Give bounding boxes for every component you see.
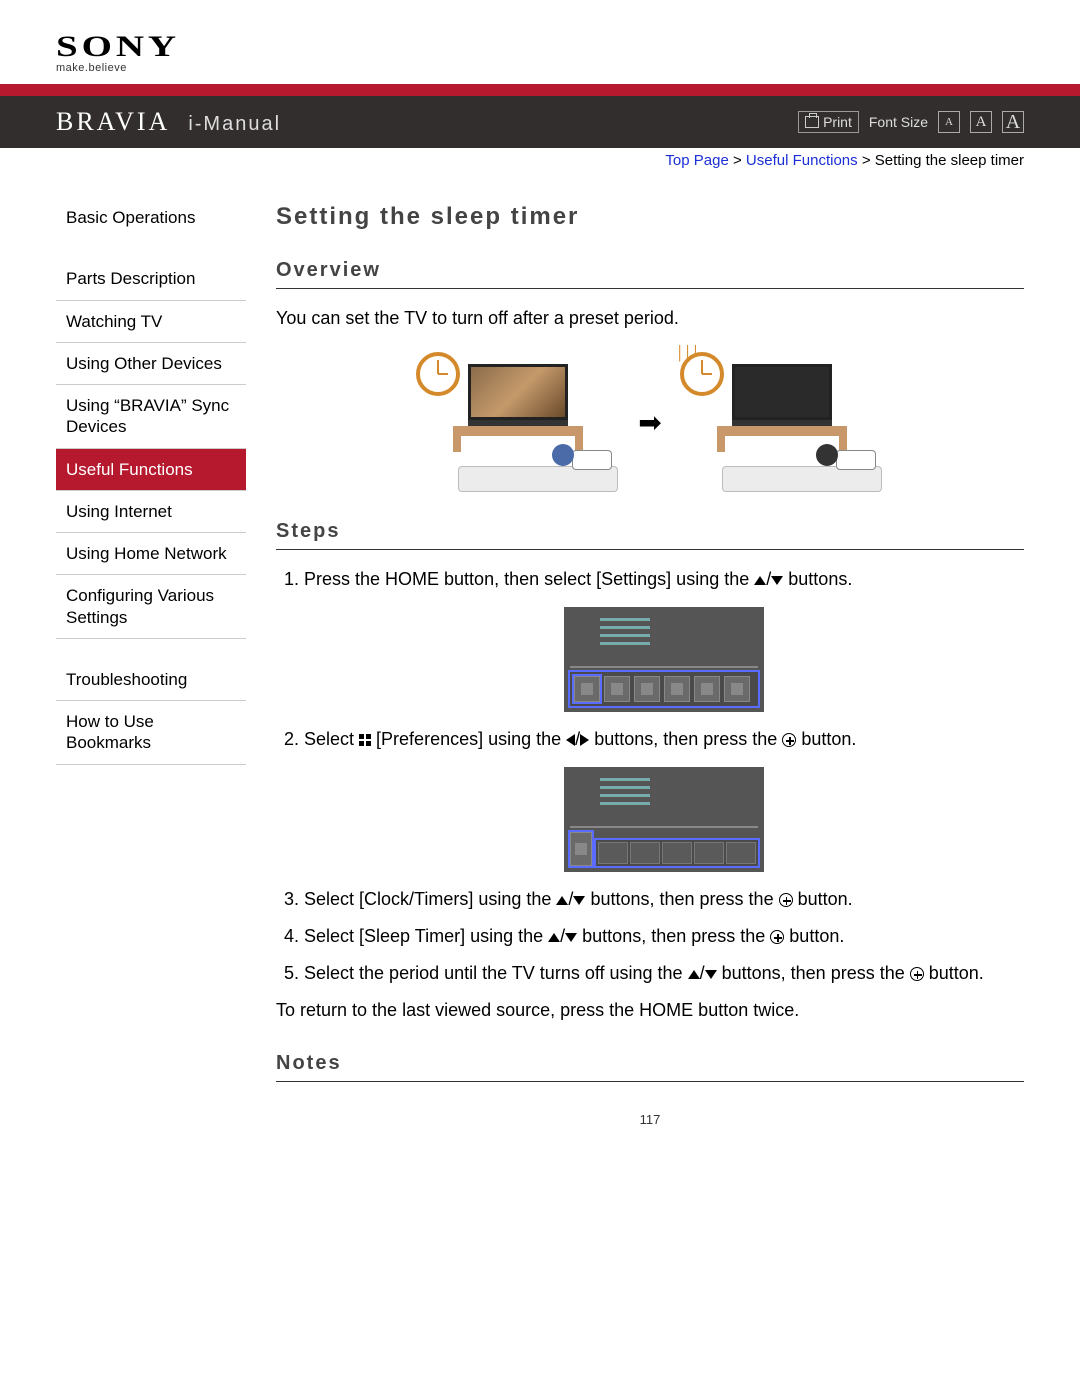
sidebar-item-basic[interactable]: Basic Operations <box>56 197 246 238</box>
overview-heading: Overview <box>276 259 1024 289</box>
sidebar-item-useful[interactable]: Useful Functions <box>56 449 246 491</box>
header-bar: BRAVIA i-Manual Print Font Size A A A <box>0 96 1080 148</box>
step-2: Select [Preferences] using the / buttons… <box>304 726 1024 872</box>
font-size-small-button[interactable]: A <box>938 111 960 133</box>
steps-heading: Steps <box>276 520 1024 550</box>
breadcrumb-top[interactable]: Top Page <box>665 152 728 169</box>
page-number: 117 <box>276 1112 1024 1127</box>
up-arrow-icon <box>754 576 766 585</box>
tv-off-icon <box>732 364 832 420</box>
down-arrow-icon <box>573 896 585 905</box>
up-arrow-icon <box>688 970 700 979</box>
overview-text: You can set the TV to turn off after a p… <box>276 305 1024 332</box>
enter-button-icon <box>910 967 924 981</box>
print-label: Print <box>823 114 852 130</box>
sidebar: Basic Operations Parts Description Watch… <box>56 197 246 1127</box>
notes-heading: Notes <box>276 1052 1024 1082</box>
font-size-large-button[interactable]: A <box>1002 111 1024 133</box>
sidebar-item-troubleshooting[interactable]: Troubleshooting <box>56 659 246 701</box>
right-arrow-icon <box>580 734 589 746</box>
step2-figure <box>304 767 1024 872</box>
logo-block: SONY make.believe <box>0 0 1080 84</box>
font-size-label: Font Size <box>869 114 928 130</box>
step-4: Select [Sleep Timer] using the / buttons… <box>304 923 1024 950</box>
step-3: Select [Clock/Timers] using the / button… <box>304 886 1024 913</box>
step-1: Press the HOME button, then select [Sett… <box>304 566 1024 712</box>
up-arrow-icon <box>556 896 568 905</box>
step-5: Select the period until the TV turns off… <box>304 960 1024 987</box>
up-arrow-icon <box>548 933 560 942</box>
enter-button-icon <box>782 733 796 747</box>
breadcrumb-section[interactable]: Useful Functions <box>746 152 858 169</box>
overview-illustration: ➡ ׀׀׀ <box>276 352 1024 492</box>
left-arrow-icon <box>566 734 575 746</box>
clock-icon <box>416 352 460 396</box>
accent-bar <box>0 84 1080 96</box>
sidebar-item-home-network[interactable]: Using Home Network <box>56 533 246 575</box>
clock-alarm-icon <box>680 352 724 396</box>
scene-after: ׀׀׀ <box>672 352 892 492</box>
steps-list: Press the HOME button, then select [Sett… <box>276 566 1024 987</box>
down-arrow-icon <box>771 576 783 585</box>
sidebar-item-settings[interactable]: Configuring Various Settings <box>56 575 246 639</box>
sidebar-item-parts[interactable]: Parts Description <box>56 258 246 300</box>
return-text: To return to the last viewed source, pre… <box>276 997 1024 1024</box>
enter-button-icon <box>779 893 793 907</box>
breadcrumb-current: Setting the sleep timer <box>875 152 1024 169</box>
scene-before <box>408 352 628 492</box>
logo-brand: SONY <box>56 30 1080 64</box>
print-icon <box>805 116 819 128</box>
enter-button-icon <box>770 930 784 944</box>
main-content: Setting the sleep timer Overview You can… <box>276 179 1024 1127</box>
sidebar-item-sync[interactable]: Using “BRAVIA” Sync Devices <box>56 385 246 449</box>
arrow-right-icon: ➡ <box>638 406 661 439</box>
print-button[interactable]: Print <box>798 111 859 133</box>
page-title: Setting the sleep timer <box>276 203 1024 231</box>
bed-icon <box>722 446 882 492</box>
bed-icon <box>458 446 618 492</box>
step1-figure <box>304 607 1024 712</box>
font-size-medium-button[interactable]: A <box>970 111 992 133</box>
down-arrow-icon <box>705 970 717 979</box>
manual-title: i-Manual <box>188 113 281 136</box>
sidebar-item-internet[interactable]: Using Internet <box>56 491 246 533</box>
breadcrumb: Top Page > Useful Functions > Setting th… <box>0 148 1080 169</box>
down-arrow-icon <box>565 933 577 942</box>
sidebar-item-other-devices[interactable]: Using Other Devices <box>56 343 246 385</box>
preferences-icon <box>359 734 371 746</box>
sidebar-item-watching[interactable]: Watching TV <box>56 301 246 343</box>
tv-on-icon <box>468 364 568 420</box>
sidebar-item-bookmarks[interactable]: How to Use Bookmarks <box>56 701 246 765</box>
product-name: BRAVIA <box>56 107 170 137</box>
